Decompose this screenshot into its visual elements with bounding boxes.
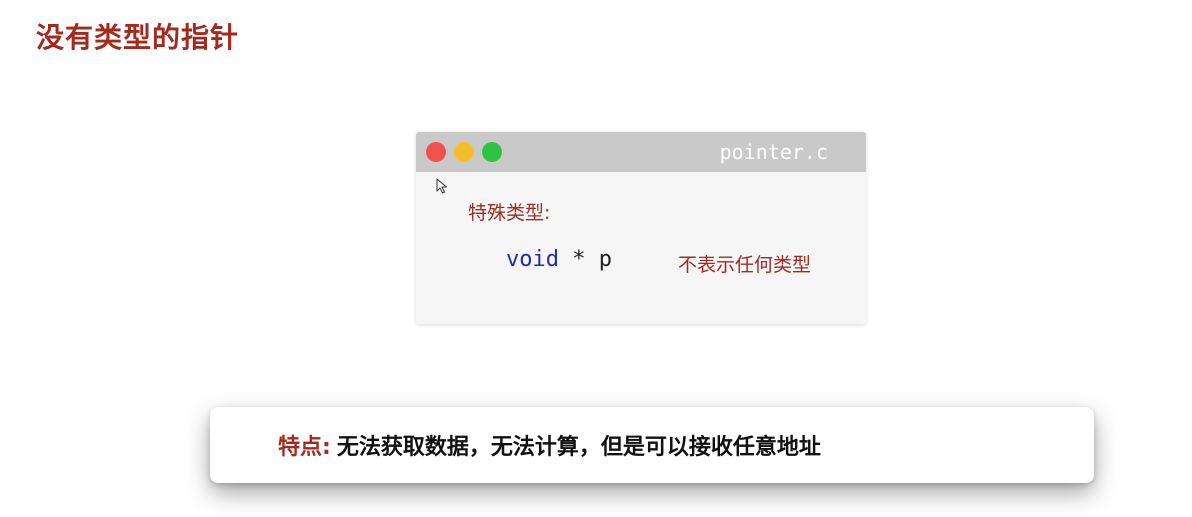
close-dot-icon[interactable] (426, 142, 446, 162)
window-titlebar: pointer.c (416, 132, 866, 172)
feature-text: 无法获取数据，无法计算，但是可以接收任意地址 (336, 435, 821, 460)
code-keyword: void (506, 247, 559, 272)
code-line: void * p (506, 246, 612, 274)
mouse-pointer-icon (436, 178, 447, 194)
code-identifier: p (598, 247, 612, 272)
code-window: pointer.c 特殊类型: void * p 不表示任何类型 (416, 132, 866, 324)
code-operator: * (558, 247, 599, 272)
section-label: 特殊类型: (468, 202, 551, 224)
code-comment: 不表示任何类型 (678, 254, 812, 276)
window-filename: pointer.c (719, 140, 828, 164)
maximize-dot-icon[interactable] (482, 142, 502, 162)
minimize-dot-icon[interactable] (454, 142, 474, 162)
feature-label: 特点: (278, 435, 331, 460)
page-title: 没有类型的指针 (36, 21, 240, 54)
feature-card: 特点: 无法获取数据，无法计算，但是可以接收任意地址 (210, 407, 1094, 483)
